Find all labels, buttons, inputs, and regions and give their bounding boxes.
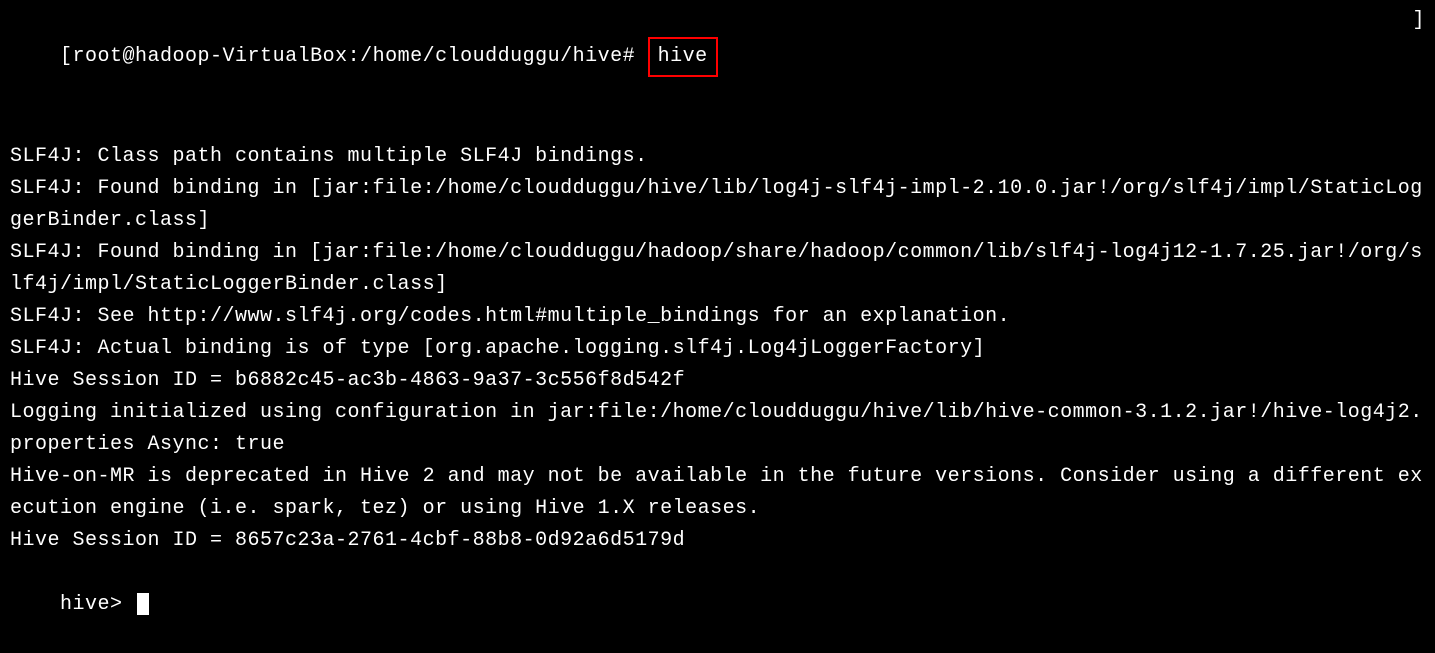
hive-prompt-line[interactable]: hive> bbox=[10, 557, 1425, 653]
output-line: Hive Session ID = b6882c45-ac3b-4863-9a3… bbox=[10, 365, 1425, 397]
output-line: SLF4J: See http://www.slf4j.org/codes.ht… bbox=[10, 301, 1425, 333]
output-line: SLF4J: Class path contains multiple SLF4… bbox=[10, 141, 1425, 173]
output-line: Logging initialized using configuration … bbox=[10, 397, 1425, 461]
shell-prompt: root@hadoop-VirtualBox:/home/cloudduggu/… bbox=[73, 45, 636, 68]
terminal-window[interactable]: [root@hadoop-VirtualBox:/home/cloudduggu… bbox=[10, 5, 1425, 653]
bracket-open: [ bbox=[60, 45, 73, 68]
command-highlight: hive bbox=[648, 37, 718, 77]
command-text: hive bbox=[658, 45, 708, 68]
command-prompt-line: [root@hadoop-VirtualBox:/home/cloudduggu… bbox=[10, 5, 1425, 141]
cursor-icon bbox=[137, 593, 149, 615]
bracket-close: ] bbox=[1412, 5, 1425, 37]
output-line: Hive-on-MR is deprecated in Hive 2 and m… bbox=[10, 461, 1425, 525]
hive-prompt: hive> bbox=[60, 593, 135, 616]
output-line: SLF4J: Found binding in [jar:file:/home/… bbox=[10, 237, 1425, 301]
output-line: SLF4J: Found binding in [jar:file:/home/… bbox=[10, 173, 1425, 237]
output-line: SLF4J: Actual binding is of type [org.ap… bbox=[10, 333, 1425, 365]
output-line: Hive Session ID = 8657c23a-2761-4cbf-88b… bbox=[10, 525, 1425, 557]
